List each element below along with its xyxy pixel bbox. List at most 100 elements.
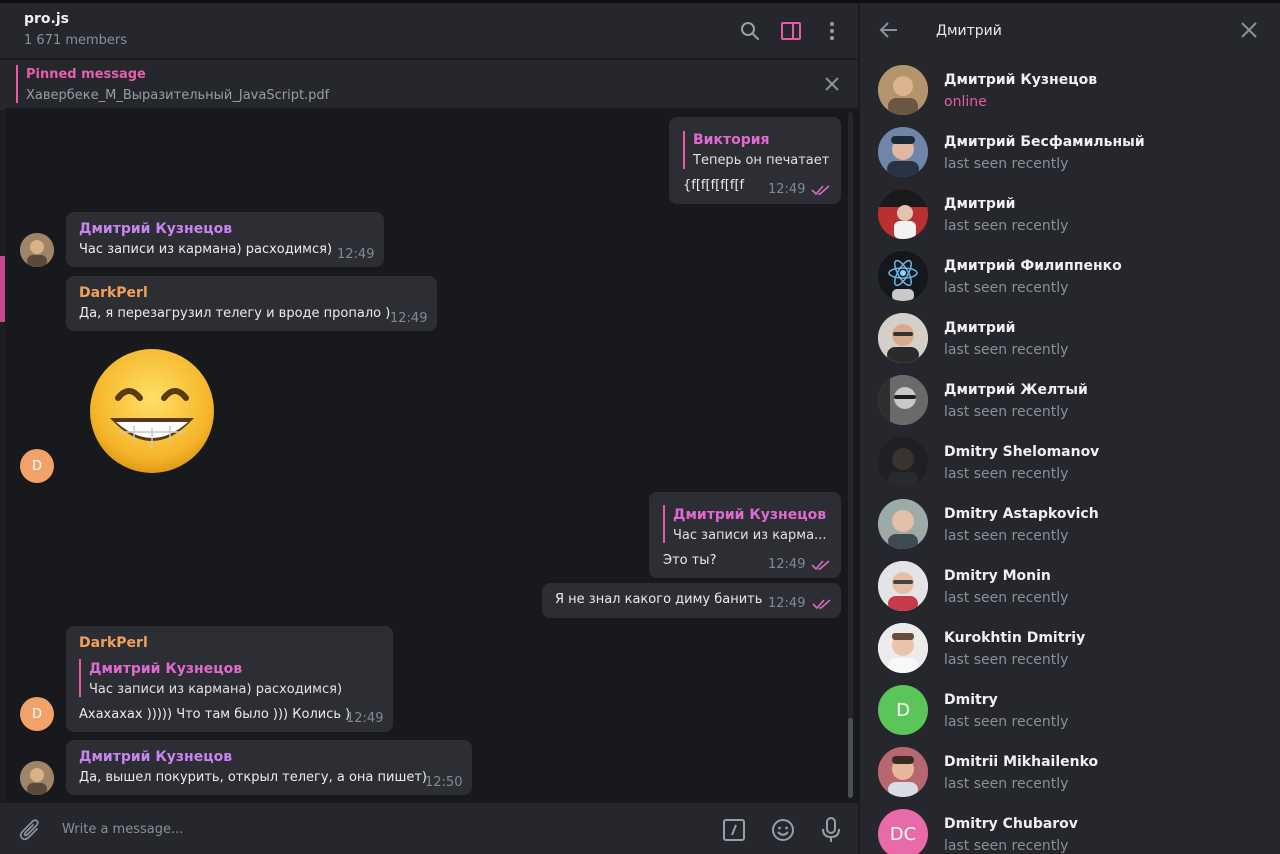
close-icon[interactable] bbox=[1238, 19, 1260, 41]
message-text: Это ты? bbox=[663, 553, 717, 568]
message-author[interactable]: Дмитрий Кузнецов bbox=[79, 749, 232, 765]
avatar bbox=[878, 499, 928, 549]
message-time: 12:49 bbox=[337, 247, 375, 262]
member-status: last seen recently bbox=[944, 280, 1069, 296]
pinned-message-bar[interactable]: Pinned message Хавербеке_М_Выразительный… bbox=[0, 60, 858, 110]
member-list-item[interactable]: Дмитрий Кузнецов online bbox=[860, 63, 1280, 125]
member-status: last seen recently bbox=[944, 652, 1069, 668]
message-time: 12:50 bbox=[425, 775, 463, 790]
attach-icon[interactable] bbox=[16, 816, 44, 844]
message-text: Да, вышел покурить, открыл телегу, а она… bbox=[79, 770, 427, 785]
pinned-accent-bar bbox=[16, 65, 18, 103]
member-name: Дмитрий bbox=[944, 320, 1016, 336]
message-text: Ахахахах ))))) Что там было ))) Колись ) bbox=[79, 707, 351, 722]
microphone-icon[interactable] bbox=[817, 816, 845, 844]
member-list-item[interactable]: D Dmitry last seen recently bbox=[860, 683, 1280, 745]
avatar[interactable]: D bbox=[20, 697, 54, 731]
message-bubble-incoming[interactable]: DarkPerl Да, я перезагрузил телегу и вро… bbox=[66, 276, 437, 331]
member-name: Dmitry Chubarov bbox=[944, 816, 1078, 832]
member-list-item[interactable]: Kurokhtin Dmitriy last seen recently bbox=[860, 621, 1280, 683]
reply-quote-bar bbox=[683, 131, 685, 169]
avatar bbox=[878, 561, 928, 611]
emoji-icon[interactable] bbox=[769, 816, 797, 844]
pinned-message-title: Pinned message bbox=[26, 67, 146, 82]
member-status: online bbox=[944, 94, 987, 110]
member-list-item[interactable]: DC Dmitry Chubarov last seen recently bbox=[860, 807, 1280, 854]
member-name: Дмитрий Филиппенко bbox=[944, 258, 1122, 274]
member-list-item[interactable]: Дмитрий Филиппенко last seen recently bbox=[860, 249, 1280, 311]
member-status: last seen recently bbox=[944, 404, 1069, 420]
chat-header[interactable]: pro.js 1 671 members bbox=[0, 3, 858, 59]
message-time: 12:49 bbox=[346, 711, 384, 726]
message-bubble-incoming[interactable]: Дмитрий Кузнецов Да, вышел покурить, отк… bbox=[66, 740, 472, 795]
scrollbar-thumb[interactable] bbox=[848, 718, 853, 798]
avatar[interactable]: D bbox=[20, 449, 54, 483]
message-composer bbox=[0, 803, 858, 854]
chat-member-count: 1 671 members bbox=[24, 33, 128, 48]
avatar bbox=[878, 623, 928, 673]
bot-command-icon[interactable] bbox=[720, 816, 748, 844]
avatar bbox=[878, 189, 928, 239]
message-author[interactable]: Дмитрий Кузнецов bbox=[79, 221, 232, 237]
member-status: last seen recently bbox=[944, 466, 1069, 482]
avatar[interactable] bbox=[20, 761, 54, 795]
member-list-item[interactable]: Дмитрий last seen recently bbox=[860, 187, 1280, 249]
double-check-icon bbox=[811, 185, 830, 196]
member-name: Дмитрий Кузнецов bbox=[944, 72, 1098, 88]
member-list-item[interactable]: Dmitrii Mikhailenko last seen recently bbox=[860, 745, 1280, 807]
sticker[interactable] bbox=[84, 346, 220, 476]
message-time: 12:49 bbox=[768, 182, 806, 197]
message-bubble-outgoing[interactable]: Дмитрий Кузнецов Час записи из карма... … bbox=[649, 492, 841, 578]
message-time: 12:49 bbox=[390, 311, 428, 326]
avatar bbox=[878, 375, 928, 425]
member-name: Dmitry Monin bbox=[944, 568, 1051, 584]
message-bubble-incoming[interactable]: Дмитрий Кузнецов Час записи из кармана) … bbox=[66, 212, 384, 267]
member-list-item[interactable]: Dmitry Shelomanov last seen recently bbox=[860, 435, 1280, 497]
unread-accent-marker bbox=[0, 256, 5, 322]
reply-author: Дмитрий Кузнецов bbox=[673, 507, 827, 523]
reply-text: Час записи из карма... bbox=[673, 528, 827, 543]
member-status: last seen recently bbox=[944, 342, 1069, 358]
member-search-query[interactable]: Дмитрий bbox=[936, 23, 1002, 39]
member-list-item[interactable]: Dmitry Monin last seen recently bbox=[860, 559, 1280, 621]
message-text: Час записи из кармана) расходимся) bbox=[79, 242, 333, 257]
member-status: last seen recently bbox=[944, 528, 1069, 544]
member-status: last seen recently bbox=[944, 156, 1069, 172]
member-list-item[interactable]: Дмитрий Бесфамильный last seen recently bbox=[860, 125, 1280, 187]
member-search-panel: Дмитрий Дмитрий Кузнецов online Дмитрий … bbox=[859, 3, 1280, 854]
avatar[interactable] bbox=[20, 233, 54, 267]
chat-title[interactable]: pro.js bbox=[24, 11, 69, 27]
member-status: last seen recently bbox=[944, 714, 1069, 730]
reply-text: Теперь он печатает bbox=[693, 153, 830, 168]
member-name: Дмитрий Бесфамильный bbox=[944, 134, 1145, 150]
scrollbar-track[interactable] bbox=[848, 112, 853, 798]
search-icon[interactable] bbox=[737, 18, 763, 44]
message-author[interactable]: DarkPerl bbox=[79, 635, 148, 651]
avatar: D bbox=[878, 685, 928, 735]
close-icon[interactable] bbox=[822, 74, 842, 94]
message-bubble-outgoing[interactable]: Виктория Теперь он печатает {f[f[f[f[f[f… bbox=[669, 117, 841, 204]
sidebar-toggle-icon[interactable] bbox=[778, 18, 804, 44]
message-text: {f[f[f[f[f[f bbox=[683, 178, 745, 193]
member-name: Дмитрий Желтый bbox=[944, 382, 1088, 398]
avatar bbox=[878, 437, 928, 487]
member-name: Дмитрий bbox=[944, 196, 1016, 212]
reply-text: Час записи из кармана) расходимся) bbox=[89, 682, 343, 697]
message-time: 12:49 bbox=[768, 596, 806, 611]
message-author[interactable]: DarkPerl bbox=[79, 285, 148, 301]
double-check-icon bbox=[811, 560, 830, 571]
reply-quote-bar bbox=[79, 659, 81, 697]
back-arrow-icon[interactable] bbox=[878, 19, 900, 41]
member-name: Dmitrii Mikhailenko bbox=[944, 754, 1099, 770]
message-bubble-outgoing[interactable]: Я не знал какого диму банить 12:49 bbox=[542, 583, 841, 618]
member-list-item[interactable]: Дмитрий Желтый last seen recently bbox=[860, 373, 1280, 435]
more-vertical-icon[interactable] bbox=[819, 18, 845, 44]
member-status: last seen recently bbox=[944, 776, 1069, 792]
member-status: last seen recently bbox=[944, 218, 1069, 234]
avatar bbox=[878, 251, 928, 301]
member-list-item[interactable]: Dmitry Astapkovich last seen recently bbox=[860, 497, 1280, 559]
message-input[interactable] bbox=[62, 815, 682, 843]
message-bubble-incoming[interactable]: DarkPerl Дмитрий Кузнецов Час записи из … bbox=[66, 626, 393, 732]
reply-author: Виктория bbox=[693, 132, 770, 148]
member-list-item[interactable]: Дмитрий last seen recently bbox=[860, 311, 1280, 373]
